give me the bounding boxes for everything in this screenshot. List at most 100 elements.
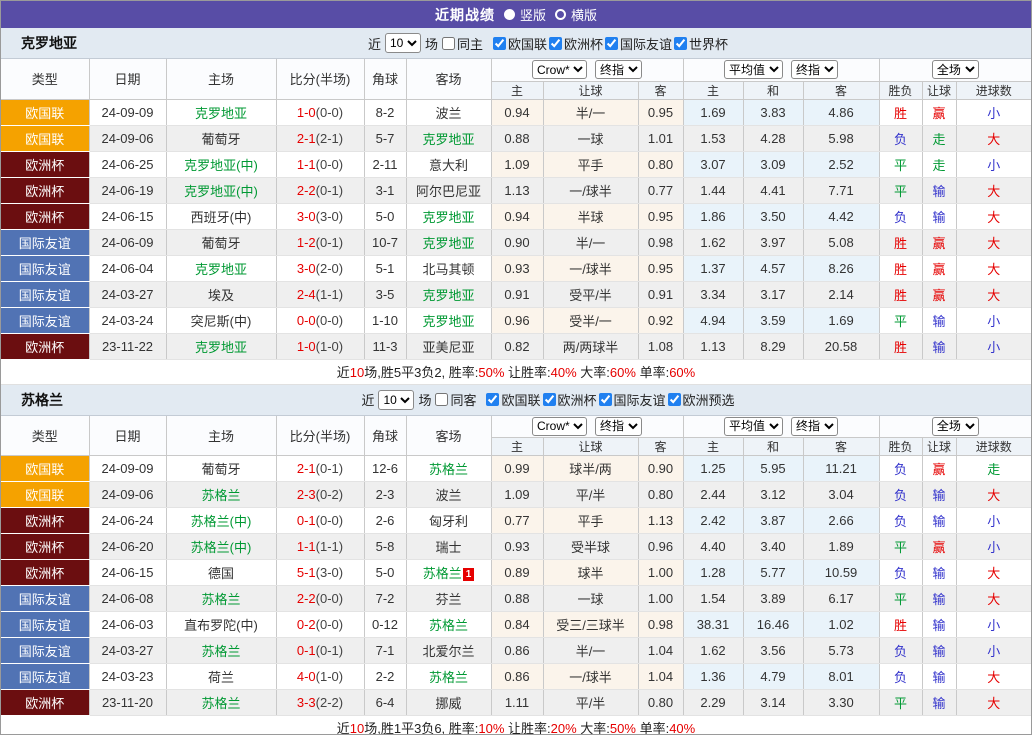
- league-checkbox[interactable]: [605, 36, 619, 50]
- avg-time-select[interactable]: 终指: [791, 60, 839, 80]
- crown-odds-cell: 一/球半: [543, 177, 639, 204]
- crown-odds-cell: 受平/半: [543, 281, 639, 308]
- league-filter-2[interactable]: 国际友谊: [605, 34, 672, 53]
- league-checkbox[interactable]: [542, 393, 556, 406]
- league-filter-3[interactable]: 欧洲预选: [667, 390, 735, 409]
- average-odds-cell: 2.44: [683, 481, 744, 508]
- league-label: 国际友谊: [613, 393, 666, 408]
- average-odds-cell: 5.95: [743, 455, 804, 482]
- result-cell: 小: [956, 533, 1031, 560]
- league-filter-0[interactable]: 欧国联: [492, 34, 547, 53]
- scope-select[interactable]: 全场: [931, 416, 979, 436]
- league-filter-0[interactable]: 欧国联: [486, 390, 541, 409]
- panel-title: 近期战绩: [434, 6, 495, 23]
- league-checkbox[interactable]: [598, 393, 612, 406]
- home-team-cell: 荷兰: [166, 663, 277, 690]
- same-side-checkbox[interactable]: 同客: [435, 390, 476, 409]
- crown-odds-cell: 受半球: [543, 533, 639, 560]
- result-cell: 走: [922, 151, 957, 178]
- halftime-score: (3-0): [315, 208, 344, 224]
- same-side-checkbox[interactable]: 同主: [441, 34, 483, 53]
- halftime-score: (0-1): [315, 234, 344, 250]
- crown-odds-cell: 0.96: [638, 533, 684, 560]
- match-date-cell: 24-06-19: [89, 177, 167, 204]
- fulltime-score: 0-1: [296, 643, 316, 658]
- result-cell: 大: [956, 663, 1031, 690]
- league-filter-1[interactable]: 欧洲杯: [549, 34, 603, 53]
- result-cell: 负: [879, 481, 923, 508]
- crown-odds-cell: 1.09: [491, 151, 544, 178]
- average-odds-cell: 4.79: [743, 663, 804, 690]
- halftime-score: (1-1): [315, 286, 344, 302]
- red-card-badge: 1: [462, 568, 475, 581]
- avg-source-select[interactable]: 平均值: [724, 60, 784, 80]
- crown-odds-cell: 1.09: [491, 481, 544, 508]
- away-team-cell: 克罗地亚: [406, 203, 492, 230]
- corner-cell: 2-11: [364, 151, 407, 178]
- match-type-cell: 国际友谊: [1, 281, 90, 308]
- league-checkbox[interactable]: [667, 393, 681, 406]
- crown-odds-cell: 0.90: [638, 455, 684, 482]
- odds-time-select[interactable]: 终指: [595, 416, 642, 436]
- league-checkbox[interactable]: [486, 393, 500, 406]
- summary-part: 40%: [550, 364, 577, 380]
- scope-select[interactable]: 全场: [931, 60, 979, 80]
- sub-column-header: 让球: [922, 81, 957, 100]
- fulltime-score: 1-0: [296, 104, 316, 120]
- match-count-select[interactable]: 10: [384, 33, 421, 53]
- average-odds-cell: 3.50: [743, 203, 804, 230]
- avg-time-select[interactable]: 终指: [791, 416, 839, 436]
- average-odds-cell: 2.42: [683, 507, 744, 534]
- odds-source-select[interactable]: Crow*: [532, 60, 587, 80]
- crown-odds-cell: 1.13: [638, 507, 684, 534]
- match-date-cell: 24-06-20: [89, 533, 167, 560]
- column-header: 类型: [1, 415, 90, 456]
- league-filter-1[interactable]: 欧洲杯: [542, 390, 597, 409]
- team-name: 苏格兰: [21, 391, 63, 408]
- average-odds-cell: 11.21: [803, 455, 880, 482]
- crown-odds-cell: 0.82: [491, 333, 544, 360]
- result-cell: 输: [922, 663, 957, 690]
- league-checkbox[interactable]: [492, 36, 506, 50]
- result-cell: 平: [879, 151, 923, 178]
- result-cell: 小: [956, 637, 1031, 664]
- result-cell: 赢: [922, 533, 957, 560]
- same-side-checkbox-input[interactable]: [441, 36, 455, 50]
- odds-source-select[interactable]: Crow*: [532, 416, 587, 436]
- match-count-select[interactable]: 10: [378, 389, 415, 410]
- column-header: 主场: [166, 415, 277, 456]
- league-checkbox[interactable]: [549, 36, 562, 50]
- corner-cell: 2-6: [364, 507, 407, 534]
- league-filter-3[interactable]: 世界杯: [674, 34, 728, 53]
- average-odds-cell: 1.25: [683, 455, 744, 482]
- average-odds-cell: 5.98: [803, 125, 880, 152]
- layout-option-vertical[interactable]: 竖版: [503, 5, 546, 24]
- crown-odds-cell: 0.86: [491, 663, 544, 690]
- match-row: 欧洲杯 23-11-20 苏格兰 3-3(2-2) 6-4 挪威 1.11 平/半 0.80 2.…: [1, 689, 1031, 716]
- match-date-cell: 24-06-24: [89, 507, 167, 534]
- average-odds-cell: 7.71: [803, 177, 880, 204]
- league-label: 世界杯: [689, 36, 729, 52]
- average-odds-cell: 1.37: [683, 255, 744, 282]
- crown-odds-cell: 半/一: [543, 229, 639, 256]
- avg-source-select[interactable]: 平均值: [724, 416, 784, 436]
- halftime-score: (0-0): [315, 591, 344, 606]
- average-odds-cell: 4.42: [803, 203, 880, 230]
- league-checkbox[interactable]: [674, 36, 688, 50]
- match-date-cell: 24-06-25: [89, 151, 167, 178]
- away-team-cell: 苏格兰: [406, 611, 492, 638]
- crown-odds-cell: 一球: [543, 125, 639, 152]
- average-odds-cell: 16.46: [743, 611, 804, 638]
- odds-time-select[interactable]: 终指: [595, 60, 642, 80]
- team-section-croatia: 克罗地亚 近 10 场 同主 欧国联 欧洲杯 国际友谊 世界杯 类型 日期 主场 比分(半场…: [1, 28, 1031, 385]
- home-team-cell: 葡萄牙: [166, 455, 277, 482]
- crown-odds-cell: 0.95: [638, 255, 684, 282]
- result-cell: 小: [956, 507, 1031, 534]
- score-cell: 2-4(1-1): [276, 281, 365, 308]
- layout-option-horizontal[interactable]: 横版: [555, 5, 597, 24]
- summary-part: 20%: [550, 721, 577, 735]
- league-filter-2[interactable]: 国际友谊: [598, 390, 666, 409]
- same-side-checkbox-input[interactable]: [435, 393, 449, 406]
- match-date-cell: 23-11-20: [89, 689, 167, 716]
- summary-part: 50%: [609, 721, 636, 735]
